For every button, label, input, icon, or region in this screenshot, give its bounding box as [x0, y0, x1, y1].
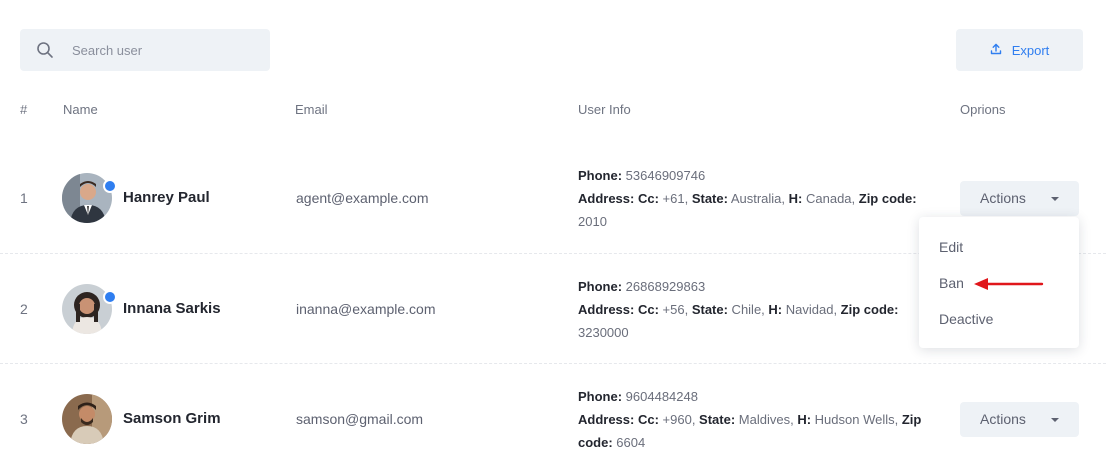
user-email: agent@example.com [296, 190, 429, 206]
header-user-info: User Info [578, 102, 631, 117]
caret-down-icon [1051, 197, 1059, 201]
export-label: Export [1011, 42, 1050, 58]
table-header: # Name Email User Info Oprions [0, 100, 1106, 122]
header-options: Oprions [960, 102, 1006, 117]
row-index: 1 [20, 190, 28, 206]
row-index: 2 [20, 301, 28, 317]
user-email: inanna@example.com [296, 301, 436, 317]
online-status-dot [103, 290, 117, 304]
menu-item-edit[interactable]: Edit [939, 239, 963, 255]
upload-icon [990, 43, 1002, 58]
menu-item-deactive[interactable]: Deactive [939, 311, 993, 327]
toolbar: Export [20, 29, 1083, 71]
user-name: Samson Grim [123, 410, 221, 427]
online-status-dot [103, 179, 117, 193]
user-info: Phone: 9604484248 Address: Cc: +960, Sta… [578, 389, 922, 450]
header-index: # [20, 102, 28, 117]
user-info: Phone: 26868929863 Address: Cc: +56, Sta… [578, 279, 899, 340]
annotation-arrow-icon [974, 278, 1044, 290]
user-email: samson@gmail.com [296, 411, 424, 427]
export-button[interactable]: Export [956, 29, 1083, 71]
caret-down-icon [1051, 418, 1059, 422]
table-row: 3 Samson Grim samson@gmail.com Phone: 96… [0, 363, 1106, 473]
actions-label: Actions [980, 411, 1026, 427]
user-name: Hanrey Paul [123, 189, 210, 206]
search-input[interactable] [72, 29, 262, 71]
user-info: Phone: 53646909746 Address: Cc: +61, Sta… [578, 168, 917, 229]
avatar [62, 394, 112, 444]
actions-label: Actions [980, 190, 1026, 206]
menu-item-ban[interactable]: Ban [939, 275, 964, 291]
actions-dropdown-button[interactable]: Actions [960, 402, 1079, 437]
header-email: Email [295, 102, 328, 117]
search-box[interactable] [20, 29, 270, 71]
search-icon [36, 41, 54, 59]
header-name: Name [63, 102, 98, 117]
row-index: 3 [20, 411, 28, 427]
user-name: Innana Sarkis [123, 300, 221, 317]
actions-dropdown-button[interactable]: Actions [960, 181, 1079, 216]
